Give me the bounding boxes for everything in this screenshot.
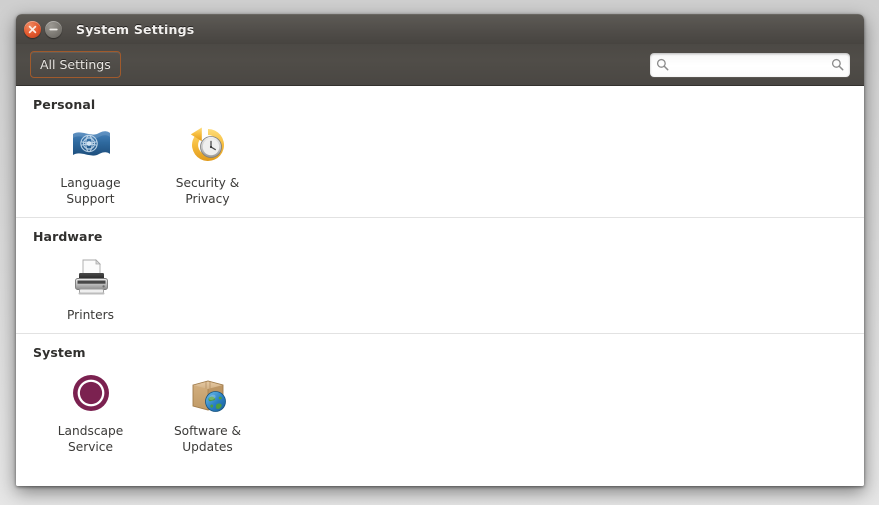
setting-item-label: Landscape Service <box>57 424 124 454</box>
search-input[interactable] <box>669 57 831 72</box>
tile-grid-personal: Language Support Security & Privacy <box>32 118 848 217</box>
search-icon <box>656 58 669 71</box>
minimize-icon <box>49 28 58 31</box>
desktop-backdrop: System Settings All Settings Personal La… <box>0 0 879 505</box>
setting-item-landscape-service[interactable]: Landscape Service <box>32 366 149 465</box>
setting-item-security-privacy[interactable]: Security & Privacy <box>149 118 266 217</box>
tile-grid-hardware: Printers <box>32 250 848 333</box>
close-button[interactable] <box>24 21 41 38</box>
all-settings-button[interactable]: All Settings <box>30 51 121 78</box>
printer-icon <box>67 253 115 301</box>
window-title: System Settings <box>76 22 195 37</box>
section-personal: Personal Language Support Security & Pri… <box>16 86 864 217</box>
system-settings-window: System Settings All Settings Personal La… <box>16 14 864 486</box>
setting-item-label: Security & Privacy <box>175 176 240 206</box>
setting-item-language-support[interactable]: Language Support <box>32 118 149 217</box>
setting-item-label: Language Support <box>60 176 121 206</box>
setting-item-label: Printers <box>67 308 114 322</box>
landscape-service-icon <box>67 369 115 417</box>
language-support-icon <box>67 121 115 169</box>
search-box[interactable] <box>650 52 850 77</box>
tile-grid-system: Landscape Service Software & Updates <box>32 366 848 465</box>
section-title-hardware: Hardware <box>33 229 103 244</box>
section-hardware: Hardware Printers <box>16 217 864 333</box>
settings-panels-container: Personal Language Support Security & Pri… <box>16 86 864 486</box>
section-title-system: System <box>33 345 86 360</box>
software-updates-icon <box>184 369 232 417</box>
minimize-button[interactable] <box>45 21 62 38</box>
section-title-personal: Personal <box>33 97 96 112</box>
setting-item-printers[interactable]: Printers <box>32 250 149 333</box>
close-icon <box>28 25 37 34</box>
setting-item-software-updates[interactable]: Software & Updates <box>149 366 266 465</box>
window-titlebar[interactable]: System Settings <box>16 14 864 44</box>
setting-item-label: Software & Updates <box>173 424 242 454</box>
window-toolbar: All Settings <box>16 44 864 86</box>
security-privacy-icon <box>184 121 232 169</box>
search-submit-icon[interactable] <box>831 58 844 71</box>
section-system: System Landscape Service Software & Upda… <box>16 333 864 465</box>
